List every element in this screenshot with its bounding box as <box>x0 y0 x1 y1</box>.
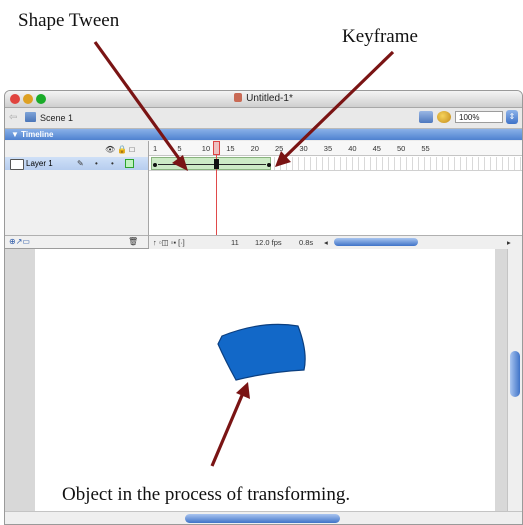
frame-number: 30 <box>299 144 308 153</box>
frame-rate-readout: 12.0 fps <box>255 238 282 247</box>
eye-icon[interactable]: 👁 <box>105 145 115 154</box>
edit-scene-button[interactable] <box>419 111 433 123</box>
frame-number: 50 <box>397 144 406 153</box>
lock-dot[interactable]: • <box>111 157 114 170</box>
outline-icon[interactable]: □ <box>130 145 135 154</box>
trash-icon[interactable]: 🗑 <box>128 237 138 246</box>
outline-color-swatch[interactable] <box>125 159 134 168</box>
timeline-scroll-thumb[interactable] <box>334 238 418 246</box>
back-arrow-icon[interactable]: ⇦ <box>9 112 17 123</box>
tween-arrow <box>158 164 266 165</box>
elapsed-time-readout: 0.8s <box>299 238 314 247</box>
layer-column-icons: 👁 🔒 □ <box>105 145 134 154</box>
object-caption: Object in the process of transforming. <box>62 484 351 505</box>
frame-number: 10 <box>201 144 211 153</box>
layer-toolbar: ⊕↗▭ 🗑 <box>5 235 148 249</box>
frame-area[interactable]: 1 5 10 15 20 25 30 35 40 45 50 55 ↑ ▫◫ ▫▪ [·] 11 12… <box>149 141 522 249</box>
title-bar: Untitled-1* <box>5 91 522 108</box>
stage[interactable] <box>35 249 495 511</box>
vertical-scrollbar[interactable] <box>507 249 522 511</box>
lock-icon[interactable]: 🔒 <box>117 145 127 154</box>
zoom-input[interactable]: 100% <box>455 111 503 123</box>
layer-panel: 👁 🔒 □ Layer 1 ✎ • • ⊕↗▭ 🗑 <box>5 141 149 248</box>
shape-tween-annotation: Shape Tween <box>18 10 120 31</box>
document-icon <box>234 93 243 102</box>
shape-tween-span[interactable] <box>151 157 271 170</box>
horizontal-scroll-thumb[interactable] <box>185 514 340 523</box>
zoom-dropdown-button[interactable]: ⇕ <box>506 110 518 124</box>
playhead[interactable] <box>213 141 220 155</box>
start-keyframe[interactable] <box>153 163 157 167</box>
frame-number: 35 <box>323 144 333 153</box>
timeline-status-bar: ↑ ▫◫ ▫▪ [·] 11 12.0 fps 0.8s ◂ ▸ <box>149 235 522 249</box>
end-keyframe[interactable] <box>267 163 271 167</box>
layer-name[interactable]: Layer 1 <box>26 157 53 170</box>
frame-number: 15 <box>226 144 235 153</box>
scroll-left-icon[interactable]: ◂ <box>324 238 328 247</box>
stage-area <box>5 249 522 524</box>
flash-window: Untitled-1* ⇦ Scene 1 100% ⇕ ▼ Timeline … <box>4 90 523 525</box>
frame-number: 40 <box>348 144 357 153</box>
layer-icon <box>10 159 24 170</box>
onion-skin-icons[interactable]: ↑ ▫◫ ▫▪ [·] <box>153 238 185 247</box>
add-layer-icon[interactable]: ⊕↗▭ <box>9 237 30 246</box>
scene-label[interactable]: Scene 1 <box>40 113 73 123</box>
scene-icon <box>25 112 36 122</box>
timeline-panel-header[interactable]: ▼ Timeline <box>5 129 522 140</box>
frame-number: 25 <box>275 144 284 153</box>
edit-symbols-button[interactable] <box>437 111 451 123</box>
frame-number: 5 <box>177 144 182 153</box>
pencil-icon: ✎ <box>77 159 84 168</box>
frame-number: 55 <box>421 144 430 153</box>
current-frame-marker <box>214 159 219 169</box>
window-title: Untitled-1* <box>5 93 522 104</box>
frame-ruler[interactable]: 1 5 10 15 20 25 30 35 40 45 50 55 <box>149 141 522 156</box>
current-frame-readout: 11 <box>231 238 239 247</box>
vertical-scroll-thumb[interactable] <box>510 351 520 397</box>
frame-number: 45 <box>372 144 381 153</box>
scroll-right-icon[interactable]: ▸ <box>507 238 511 247</box>
visibility-dot[interactable]: • <box>95 157 98 170</box>
timeline-body: 👁 🔒 □ Layer 1 ✎ • • ⊕↗▭ 🗑 1 5 10 15 20 25 30 35… <box>5 141 522 249</box>
layer-row[interactable]: Layer 1 ✎ • • <box>5 157 148 170</box>
keyframe-annotation: Keyframe <box>342 26 418 47</box>
edit-bar: ⇦ Scene 1 100% ⇕ <box>5 108 522 129</box>
frame-number: 20 <box>250 144 259 153</box>
frame-number: 1 <box>153 144 158 153</box>
